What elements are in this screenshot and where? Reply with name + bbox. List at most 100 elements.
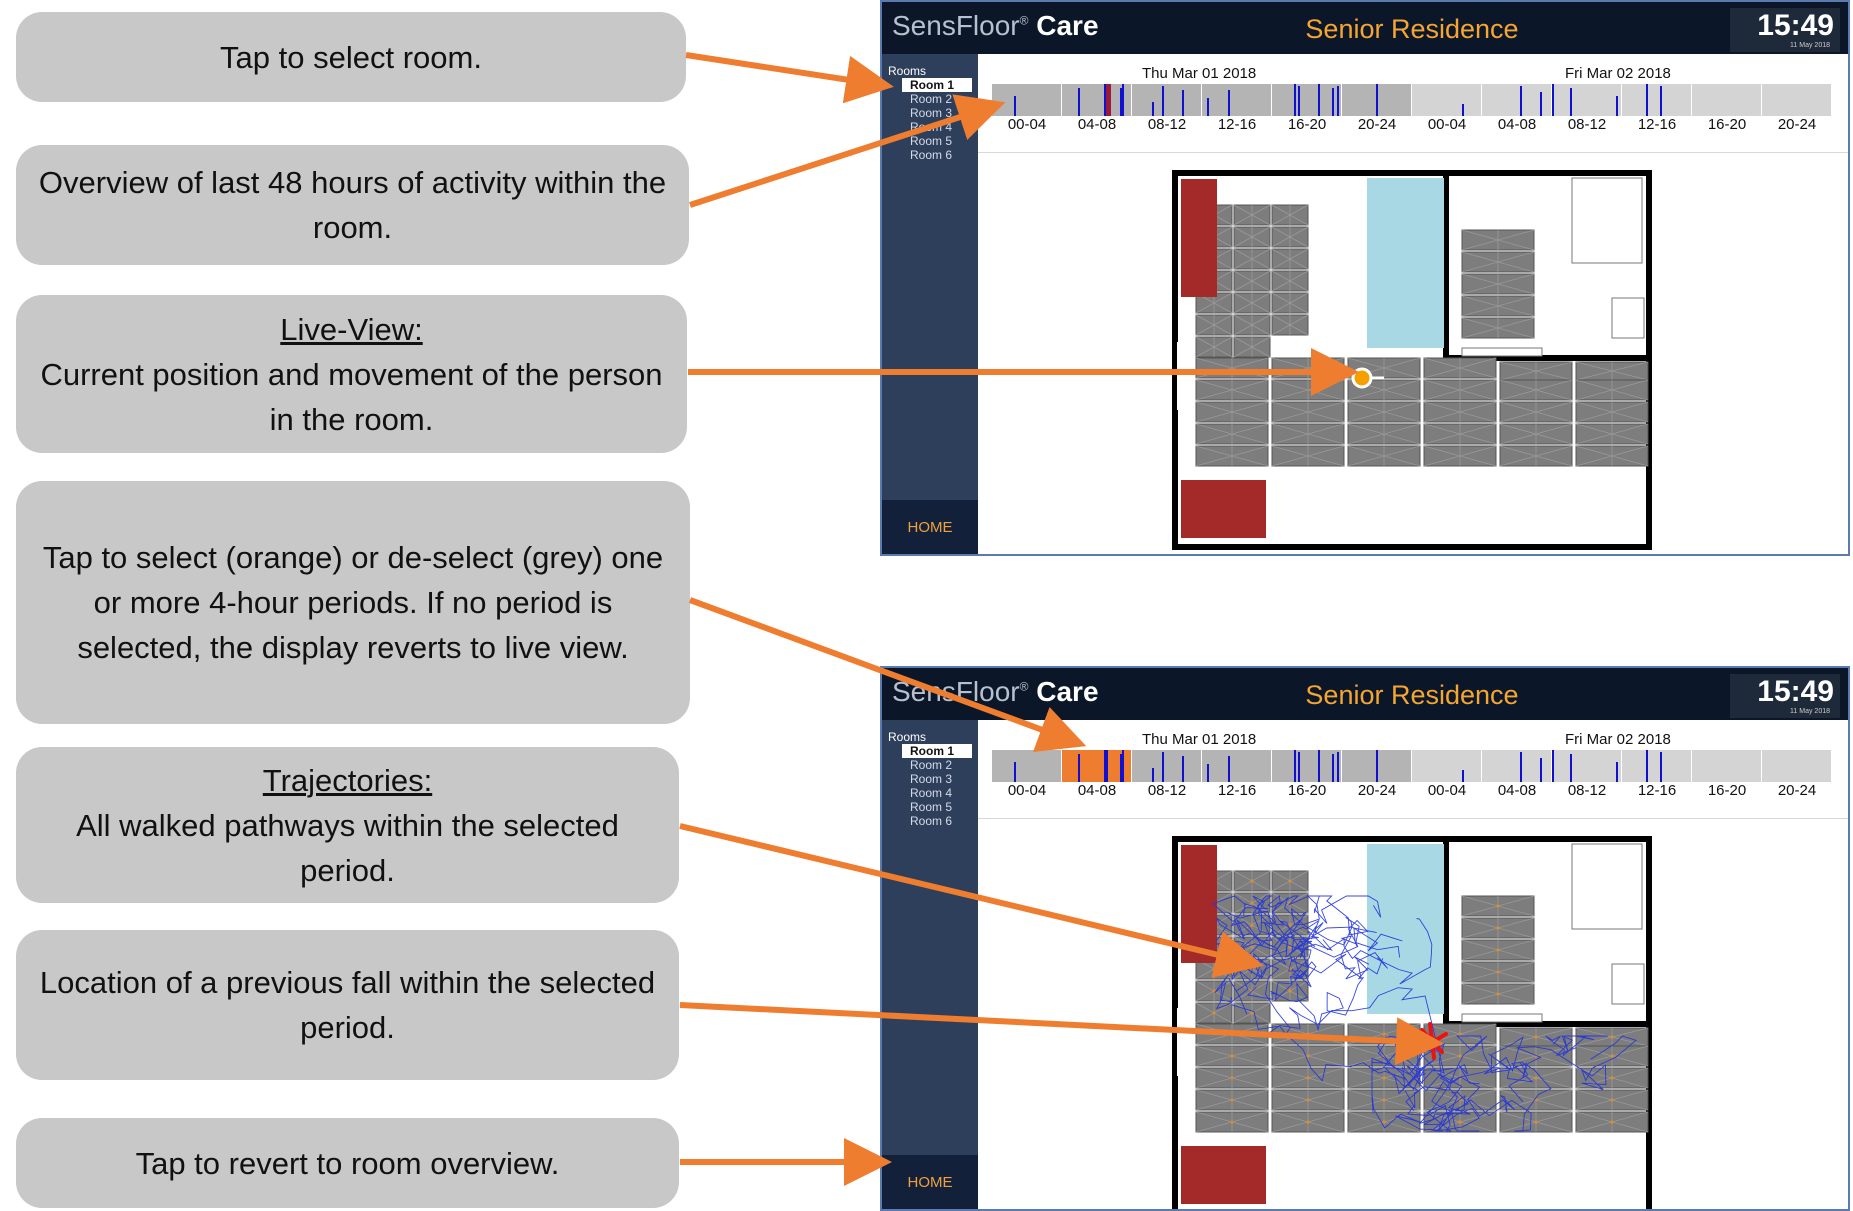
timeline-date-day2: Fri Mar 02 2018 <box>1565 65 1671 82</box>
timeline-period-9[interactable] <box>1552 750 1622 782</box>
floor-tile <box>1195 357 1269 379</box>
timeline-period-4[interactable] <box>1202 750 1272 782</box>
floor-tile <box>1271 270 1309 292</box>
timeline-period-7[interactable] <box>1412 84 1482 116</box>
sensor-dot <box>1230 1120 1234 1124</box>
floor-tile <box>1195 1045 1269 1067</box>
floor-tile <box>1271 248 1309 270</box>
divider <box>978 152 1848 153</box>
fall-center <box>1427 1036 1437 1046</box>
timeline-period-3[interactable] <box>1132 750 1202 782</box>
activity-spike <box>1332 88 1334 116</box>
floor-tile <box>1271 226 1309 248</box>
timeline-period-label: 08-12 <box>1147 116 1187 133</box>
floor-tile <box>1195 1089 1269 1111</box>
callout-arrow <box>685 52 894 104</box>
sensor-dot <box>1212 967 1216 971</box>
callout-heading: Live-View: <box>280 311 423 347</box>
timeline-period-3[interactable] <box>1132 84 1202 116</box>
activity-spike <box>1376 750 1378 782</box>
activity-spike <box>1207 764 1209 782</box>
activity-spike <box>1570 88 1572 116</box>
timeline-period-4[interactable] <box>1202 84 1272 116</box>
sidebar-item-room-2[interactable]: Room 2 <box>902 92 972 106</box>
timeline-period-label: 12-16 <box>1217 116 1257 133</box>
activity-spike <box>1540 92 1542 116</box>
floor-tile <box>1347 445 1421 467</box>
clock: 15:49 11 May 2018 <box>1730 674 1840 718</box>
floor-tile <box>1233 870 1271 892</box>
floor-tile <box>1423 379 1497 401</box>
callout-live-view: Live-View: Current position and movement… <box>16 295 687 453</box>
timeline-period-9[interactable] <box>1552 84 1622 116</box>
activity-spike <box>1337 752 1339 782</box>
activity-spike <box>1152 102 1154 116</box>
sensor-dot <box>1496 904 1500 908</box>
sidebar-item-room-4[interactable]: Room 4 <box>902 786 972 800</box>
floor-tile <box>1195 423 1269 445</box>
floor-tile <box>1575 445 1649 467</box>
floor-tile <box>1195 980 1233 1002</box>
floor-tile <box>1461 983 1535 1005</box>
timeline-period-12[interactable] <box>1762 750 1832 782</box>
sensor-dot <box>1496 948 1500 952</box>
floor-tile <box>1575 1027 1649 1047</box>
timeline-period-label: 00-04 <box>1427 116 1467 133</box>
sensor-dot <box>1288 923 1292 927</box>
home-button[interactable]: HOME <box>882 500 978 554</box>
timeline-period-10[interactable] <box>1622 750 1692 782</box>
sidebar-item-room-1[interactable]: Room 1 <box>902 744 972 758</box>
timeline-period-12[interactable] <box>1762 84 1832 116</box>
sensor-dot <box>1496 970 1500 974</box>
floor-tile <box>1461 273 1535 295</box>
home-button[interactable]: HOME <box>882 1155 978 1209</box>
sidebar-item-room-3[interactable]: Room 3 <box>902 772 972 786</box>
app-brand: SensFloor® Care <box>892 10 1099 41</box>
floor-tile <box>1461 939 1535 961</box>
activity-spike <box>1122 84 1124 116</box>
timeline-period-label: 04-08 <box>1077 782 1117 799</box>
bathroom-area <box>1367 178 1444 348</box>
sidebar-item-room-1[interactable]: Room 1 <box>902 78 972 92</box>
timeline-period-1[interactable] <box>992 750 1062 782</box>
sensor-dot <box>1382 1032 1386 1036</box>
timeline-period-label: 04-08 <box>1077 116 1117 133</box>
timeline-period-label: 20-24 <box>1357 782 1397 799</box>
chair <box>1181 1146 1266 1204</box>
sidebar-item-room-4[interactable]: Room 4 <box>902 120 972 134</box>
sidebar-item-room-6[interactable]: Room 6 <box>902 148 972 162</box>
timeline-period-11[interactable] <box>1692 84 1762 116</box>
activity-spike <box>1078 754 1080 782</box>
sidebar-item-room-3[interactable]: Room 3 <box>902 106 972 120</box>
timeline-period-11[interactable] <box>1692 750 1762 782</box>
sidebar-item-room-2[interactable]: Room 2 <box>902 758 972 772</box>
floor-tile <box>1233 892 1271 914</box>
sidebar-item-room-5[interactable]: Room 5 <box>902 800 972 814</box>
activity-spike <box>1298 752 1300 782</box>
floor-tile <box>1575 1045 1649 1067</box>
floor-tile <box>1233 248 1271 270</box>
floor-tile <box>1271 204 1309 226</box>
activity-spike <box>1646 84 1648 116</box>
sidebar-item-room-6[interactable]: Room 6 <box>902 814 972 828</box>
floor-tile <box>1423 357 1497 379</box>
sensor-dot <box>1230 1098 1234 1102</box>
sidebar-item-room-5[interactable]: Room 5 <box>902 134 972 148</box>
timeline-period-label: 08-12 <box>1147 782 1187 799</box>
callout-select-room: Tap to select room. <box>16 12 686 102</box>
activity-spike <box>1462 104 1464 116</box>
floor-tile <box>1195 445 1269 467</box>
floor-tile <box>1499 401 1573 423</box>
sensor-dot <box>1250 945 1254 949</box>
callout-48h-overview: Overview of last 48 hours of activity wi… <box>16 145 689 265</box>
sidebar: Rooms Room 1 Room 2 Room 3 Room 4 Room 5… <box>882 720 978 1209</box>
sensor-dot <box>1534 1035 1538 1039</box>
timeline-period-10[interactable] <box>1622 84 1692 116</box>
sensor-dot <box>1610 1035 1614 1039</box>
floor-tile <box>1271 1023 1345 1045</box>
floor-tile <box>1271 1111 1345 1133</box>
activity-spike <box>1552 750 1554 782</box>
timeline-period-1[interactable] <box>992 84 1062 116</box>
timeline-period-7[interactable] <box>1412 750 1482 782</box>
activity-marker <box>1106 84 1111 116</box>
